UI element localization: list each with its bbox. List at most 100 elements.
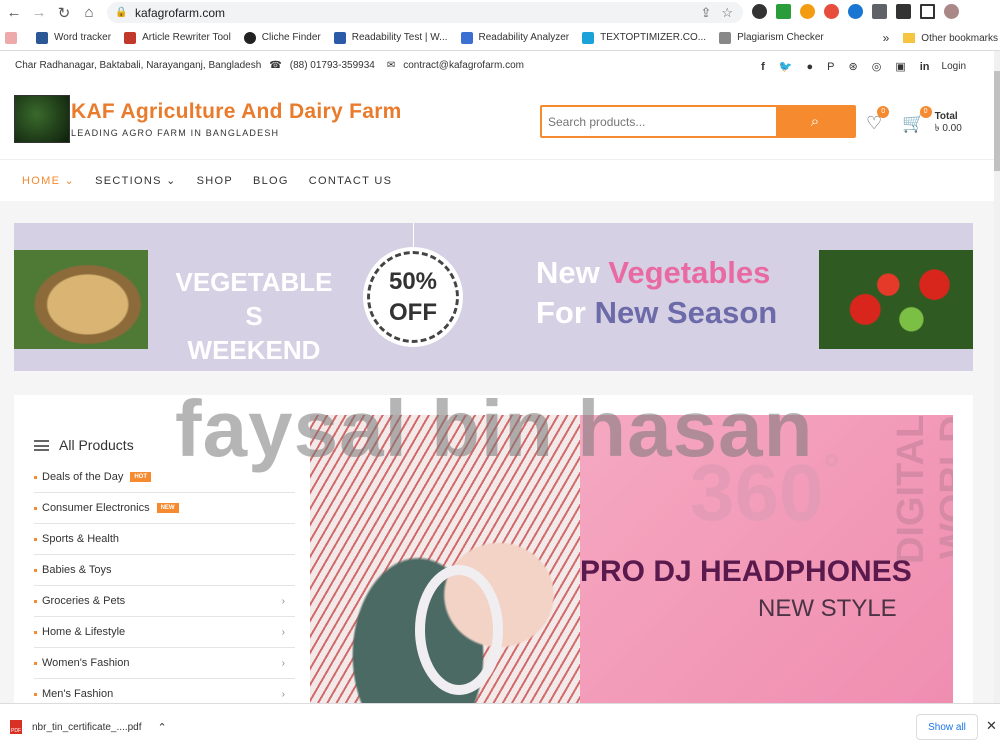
extension-icon[interactable] — [800, 4, 815, 19]
chevron-up-icon[interactable]: ⌃ — [158, 721, 167, 734]
more-bookmarks-button[interactable]: » — [883, 31, 890, 45]
bookmarks-bar: Word tracker Article Rewriter Tool Clich… — [0, 25, 1000, 51]
extension-icon[interactable] — [824, 4, 839, 19]
star-icon[interactable]: ☆ — [721, 5, 733, 21]
flickr-icon[interactable]: ▣ — [895, 60, 905, 73]
discount-badge: 50% OFF — [363, 247, 463, 347]
hero-subline: NEW STYLE — [758, 595, 897, 622]
reload-icon[interactable]: ↻ — [53, 2, 75, 24]
logo-image[interactable] — [14, 95, 70, 143]
category-label: Home & Lifestyle — [42, 626, 126, 638]
phone-text[interactable]: (88) 01793-359934 — [290, 60, 375, 71]
promo-banner[interactable]: VEGETABLE S WEEKEND 50% OFF New Vegetable… — [14, 223, 973, 371]
bookmark[interactable]: Plagiarism Checker — [719, 31, 824, 44]
nav-blog[interactable]: BLOG — [253, 175, 289, 187]
for-word: For — [536, 295, 586, 330]
chevron-right-icon: › — [281, 595, 285, 607]
bookmark[interactable]: Readability Analyzer — [460, 31, 569, 44]
category-label: Groceries & Pets — [42, 595, 126, 607]
pinterest-icon[interactable]: P — [827, 61, 834, 73]
bookmark-label: TEXTOPTIMIZER.CO... — [600, 32, 707, 43]
email-text[interactable]: contract@kafagrofarm.com — [403, 60, 524, 71]
pdf-icon: PDF — [10, 720, 22, 734]
bookmark-icon — [719, 31, 732, 44]
category-item[interactable]: Men's Fashion › — [34, 679, 295, 703]
show-all-button[interactable]: Show all — [916, 714, 978, 740]
instagram-icon[interactable]: ◎ — [872, 60, 882, 73]
extension-icon[interactable] — [752, 4, 767, 19]
close-icon[interactable]: ✕ — [986, 718, 997, 734]
url-text: kafagrofarm.com — [135, 5, 226, 20]
bookmark[interactable]: Readability Test | W... — [333, 31, 448, 44]
category-label: Consumer Electronics — [42, 502, 150, 514]
bookmark[interactable]: TEXTOPTIMIZER.CO... — [582, 31, 707, 44]
bookmark-label: Readability Test | W... — [351, 32, 448, 43]
sidepanel-icon[interactable] — [920, 4, 935, 19]
cart-total[interactable]: Total ৳ 0.00 — [935, 111, 962, 135]
category-item[interactable]: Sports & Health — [34, 524, 295, 555]
bookmark-label: Word tracker — [54, 32, 112, 43]
share-icon[interactable]: ⇪ — [700, 5, 711, 21]
nav-sections[interactable]: SECTIONS ⌄ — [95, 174, 177, 187]
scrollbar-thumb[interactable] — [994, 71, 1000, 171]
browser-toolbar: ← → ↻ ⌂ 🔒 kafagrofarm.com ⇪ ☆ — [0, 0, 1000, 25]
profile-avatar[interactable] — [944, 4, 959, 19]
new-vegetables-text: New Vegetables For New Season — [536, 253, 777, 333]
search-icon: ⌕ — [810, 113, 820, 130]
search-button[interactable]: ⌕ — [776, 107, 854, 136]
twitter-icon[interactable]: 🐦 — [779, 60, 793, 73]
hot-tag: HOT — [130, 472, 151, 482]
address-text: Char Radhanagar, Baktabali, Narayanganj,… — [15, 60, 262, 71]
download-item[interactable]: PDF nbr_tin_certificate_....pdf ⌃ — [10, 720, 167, 734]
chevron-right-icon: › — [281, 688, 285, 700]
degree-sign: ° — [823, 447, 840, 491]
address-bar[interactable]: 🔒 kafagrofarm.com ⇪ ☆ — [107, 2, 743, 23]
main-nav: HOME ⌄ SECTIONS ⌄ SHOP BLOG CONTACT US — [0, 159, 994, 201]
chevron-right-icon: › — [281, 657, 285, 669]
bookmark[interactable] — [5, 31, 23, 44]
category-label: Babies & Toys — [42, 564, 112, 576]
back-icon[interactable]: ← — [3, 2, 25, 24]
all-products-header[interactable]: All Products — [34, 437, 134, 453]
wishlist-button[interactable]: ♡ 0 — [866, 105, 890, 134]
category-item[interactable]: Groceries & Pets › — [34, 586, 295, 617]
extension-icon[interactable] — [848, 4, 863, 19]
puzzle-icon[interactable] — [896, 4, 911, 19]
other-bookmarks[interactable]: Other bookmarks — [921, 33, 998, 44]
category-label: Women's Fashion — [42, 657, 130, 669]
search-input[interactable] — [542, 107, 776, 136]
cart-button[interactable]: 🛒 0 — [902, 105, 932, 134]
category-item[interactable]: Women's Fashion › — [34, 648, 295, 679]
category-label: Sports & Health — [42, 533, 120, 545]
hang-line — [413, 223, 414, 251]
bookmark-icon — [333, 31, 346, 44]
dribbble-icon[interactable]: ⊛ — [849, 60, 858, 73]
all-products-label: All Products — [59, 437, 134, 453]
login-link[interactable]: Login — [942, 61, 966, 72]
site-title[interactable]: KAF Agriculture And Dairy Farm — [71, 100, 402, 124]
folder-icon — [903, 33, 916, 43]
discount-off: OFF — [389, 299, 437, 326]
bookmark[interactable]: Word tracker — [36, 31, 112, 44]
nav-shop[interactable]: SHOP — [197, 175, 233, 187]
bookmark[interactable]: Article Rewriter Tool — [124, 31, 231, 44]
phone-icon: ☎ — [269, 60, 282, 71]
category-item[interactable]: Home & Lifestyle › — [34, 617, 295, 648]
bookmark[interactable]: Cliche Finder — [243, 31, 321, 44]
nav-contact[interactable]: CONTACT US — [309, 175, 393, 187]
forward-icon[interactable]: → — [28, 2, 50, 24]
new-tag: NEW — [156, 503, 179, 513]
mail-icon: ✉ — [386, 60, 396, 71]
category-item[interactable]: Babies & Toys — [34, 555, 295, 586]
category-label: Men's Fashion — [42, 688, 114, 700]
facebook-icon[interactable]: f — [761, 61, 765, 73]
nav-home[interactable]: HOME ⌄ — [22, 174, 75, 187]
category-item[interactable]: Consumer Electronics NEW — [34, 493, 295, 524]
home-icon[interactable]: ⌂ — [78, 2, 100, 24]
linkedin-icon[interactable]: in — [920, 61, 930, 73]
scrollbar[interactable] — [994, 51, 1000, 703]
extension-icon[interactable] — [872, 4, 887, 19]
google-icon[interactable]: ● — [807, 61, 814, 73]
extension-icon[interactable] — [776, 4, 791, 19]
lock-icon: 🔒 — [115, 6, 128, 18]
